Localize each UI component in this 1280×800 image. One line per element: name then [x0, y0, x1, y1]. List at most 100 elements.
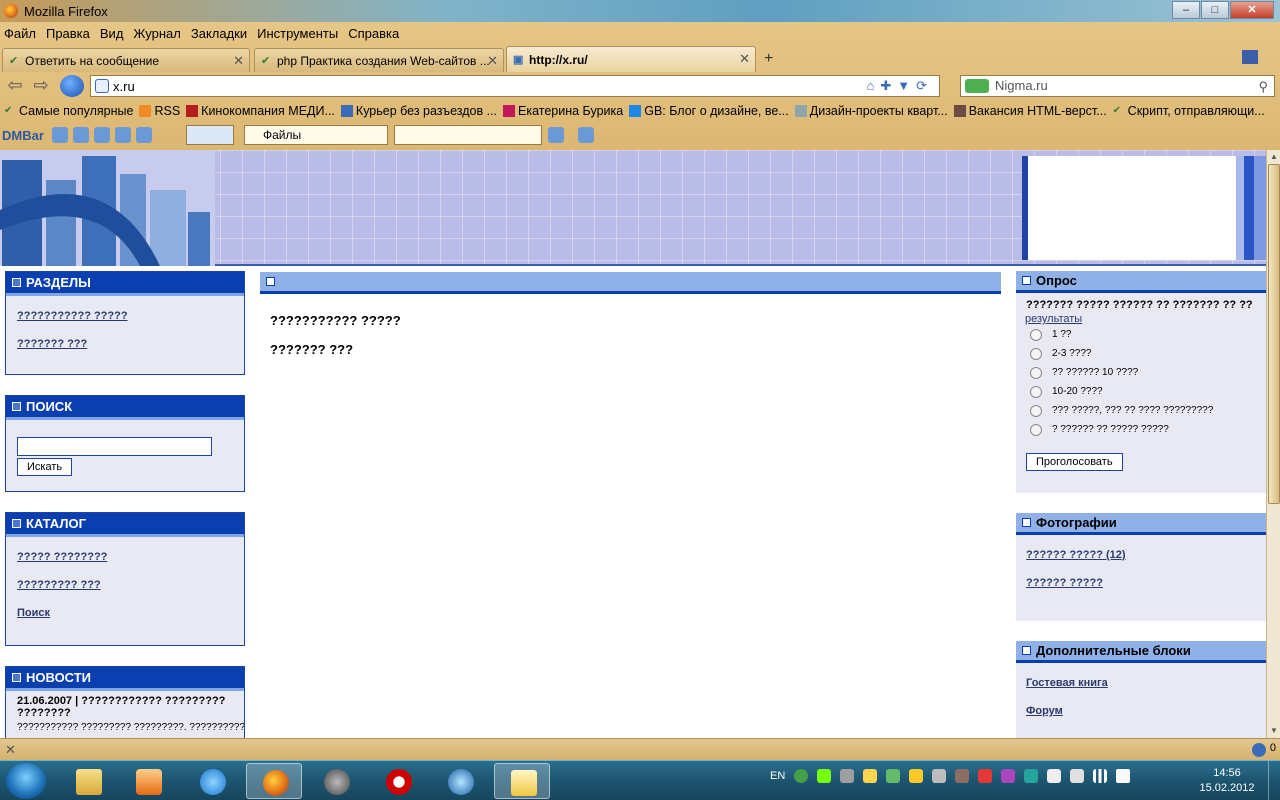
menu-bookmarks[interactable]: Закладки	[191, 26, 247, 41]
scroll-down-icon[interactable]: ▼	[1267, 724, 1280, 738]
forum-link[interactable]: Форум	[1026, 705, 1255, 717]
files-dropdown[interactable]: Файлы	[244, 125, 388, 145]
language-indicator[interactable]: EN	[770, 770, 785, 782]
menu-file[interactable]: Файл	[4, 26, 36, 41]
tab-reply[interactable]: ✔ Ответить на сообщение ✕	[2, 48, 250, 72]
radio-button[interactable]	[1030, 385, 1042, 398]
vote-button[interactable]: Проголосовать	[1026, 453, 1123, 471]
minimize-button[interactable]: –	[1172, 1, 1200, 19]
taskbar-network[interactable]	[432, 763, 488, 799]
list-all-tabs-icon[interactable]	[1242, 50, 1258, 64]
photos-link[interactable]: ?????? ????? (12)	[1026, 549, 1255, 561]
tray-icon[interactable]	[1001, 769, 1016, 783]
search-engine-icon[interactable]	[965, 79, 989, 93]
guestbook-link[interactable]: Гостевая книга	[1026, 677, 1255, 689]
radio-button[interactable]	[1030, 347, 1042, 360]
forward-icon[interactable]: ⇨	[30, 75, 52, 97]
taskbar-clock[interactable]: 14:56 15.02.2012	[1196, 766, 1258, 796]
poll-option[interactable]: ??? ?????, ??? ?? ???? ?????????	[1016, 401, 1266, 420]
tray-icon[interactable]	[932, 769, 947, 783]
tab-xru[interactable]: ▣ http://x.ru/ ✕	[506, 46, 756, 72]
tray-icon[interactable]	[955, 769, 970, 783]
flag-icon[interactable]	[1047, 769, 1062, 783]
menu-tools[interactable]: Инструменты	[257, 26, 338, 41]
scroll-up-icon[interactable]: ▲	[1267, 150, 1280, 164]
bookmark-item[interactable]: Курьер без разъездов ...	[340, 104, 497, 118]
back-icon[interactable]: ⇦	[4, 75, 26, 97]
menu-history[interactable]: Журнал	[133, 26, 180, 41]
catalog-link[interactable]: ????????? ???	[17, 579, 233, 591]
start-button[interactable]	[6, 763, 46, 799]
tray-icon[interactable]	[978, 769, 993, 783]
bookmark-item[interactable]: Вакансия HTML-верст...	[953, 104, 1107, 118]
home-globe-icon[interactable]	[60, 75, 84, 97]
catalog-search-link[interactable]: Поиск	[17, 607, 233, 619]
poll-option[interactable]: 1 ??	[1016, 325, 1266, 344]
status-globe-icon[interactable]	[1252, 743, 1266, 757]
maximize-button[interactable]: □	[1201, 1, 1229, 19]
poll-option[interactable]: 2-3 ????	[1016, 344, 1266, 363]
tray-icon[interactable]	[886, 769, 901, 783]
speaker-icon[interactable]	[1116, 769, 1131, 783]
photos-link[interactable]: ?????? ?????	[1026, 577, 1255, 589]
page-scrollbar[interactable]: ▲ ▼	[1266, 150, 1280, 738]
poll-option[interactable]: 10-20 ????	[1016, 382, 1266, 401]
radio-button[interactable]	[1030, 328, 1042, 341]
taskbar-firefox[interactable]	[246, 763, 302, 799]
bookmark-item[interactable]: GB: Блог о дизайне, ве...	[629, 104, 789, 118]
taskbar-media-player[interactable]	[120, 763, 176, 799]
dm-search-icon[interactable]	[548, 127, 564, 143]
search-bar[interactable]: Nigma.ru ⚲	[960, 75, 1275, 97]
scroll-thumb[interactable]	[1268, 164, 1280, 504]
add-icon[interactable]	[72, 127, 89, 143]
signal-icon[interactable]	[1093, 769, 1108, 783]
menu-edit[interactable]: Правка	[46, 26, 90, 41]
catalog-link[interactable]: ????? ????????	[17, 551, 233, 563]
tab-close-icon[interactable]: ✕	[739, 51, 750, 67]
taskbar-mail[interactable]	[494, 763, 550, 799]
home-icon[interactable]	[114, 127, 131, 143]
bookmark-item[interactable]: Екатерина Бурика	[502, 104, 623, 118]
poll-option[interactable]: ?? ?????? 10 ????	[1016, 363, 1266, 382]
tray-icon[interactable]	[1024, 769, 1039, 783]
search-button[interactable]: Искать	[17, 458, 73, 476]
tray-icon[interactable]	[863, 769, 878, 783]
taskbar-opera[interactable]	[370, 763, 426, 799]
radio-button[interactable]	[1030, 423, 1042, 436]
url-bar[interactable]: x.ru ⌂✚▼⟳	[90, 75, 940, 97]
taskbar-app[interactable]	[308, 763, 364, 799]
bookmark-item[interactable]: Кинокомпания МЕДИ...	[186, 104, 335, 118]
close-addon-bar-icon[interactable]: ✕	[5, 742, 16, 758]
show-desktop-button[interactable]	[1268, 761, 1280, 800]
tab-php[interactable]: ✔ php Практика создания Web-сайтов ... ✕	[254, 48, 504, 72]
dm-pointer-field[interactable]	[186, 125, 234, 145]
radio-button[interactable]	[1030, 404, 1042, 417]
download-icon[interactable]	[578, 127, 594, 143]
tray-icon[interactable]	[909, 769, 924, 783]
tray-icon[interactable]	[817, 769, 832, 783]
bookmark-item[interactable]: Дизайн-проекты кварт...	[794, 104, 948, 118]
sections-link[interactable]: ??????????? ?????	[17, 310, 233, 322]
search-go-icon[interactable]: ⚲	[1258, 77, 1268, 97]
menu-view[interactable]: Вид	[100, 26, 124, 41]
taskbar-explorer[interactable]	[60, 763, 116, 799]
tray-icon[interactable]	[794, 769, 809, 783]
menu-help[interactable]: Справка	[348, 26, 399, 41]
tools-icon[interactable]	[135, 127, 152, 143]
chat-icon[interactable]	[51, 127, 68, 143]
bookmark-item[interactable]: ✔ Скрипт, отправляющи...	[1113, 104, 1265, 118]
tray-icon[interactable]	[840, 769, 855, 783]
search-input[interactable]	[17, 437, 212, 456]
poll-results-link[interactable]: результаты	[1016, 311, 1266, 325]
tab-close-icon[interactable]: ✕	[487, 53, 498, 69]
sections-link[interactable]: ??????? ???	[17, 338, 233, 350]
close-button[interactable]: ✕	[1230, 1, 1274, 19]
taskbar-ie[interactable]	[184, 763, 240, 799]
poll-option[interactable]: ? ?????? ?? ????? ?????	[1016, 420, 1266, 439]
copy-icon[interactable]	[93, 127, 110, 143]
new-tab-button[interactable]: +	[764, 50, 773, 68]
bookmark-item[interactable]: ✔ Самые популярные	[4, 104, 133, 118]
url-bar-icons[interactable]: ⌂✚▼⟳	[866, 78, 933, 94]
radio-button[interactable]	[1030, 366, 1042, 379]
tray-icon[interactable]	[1070, 769, 1085, 783]
